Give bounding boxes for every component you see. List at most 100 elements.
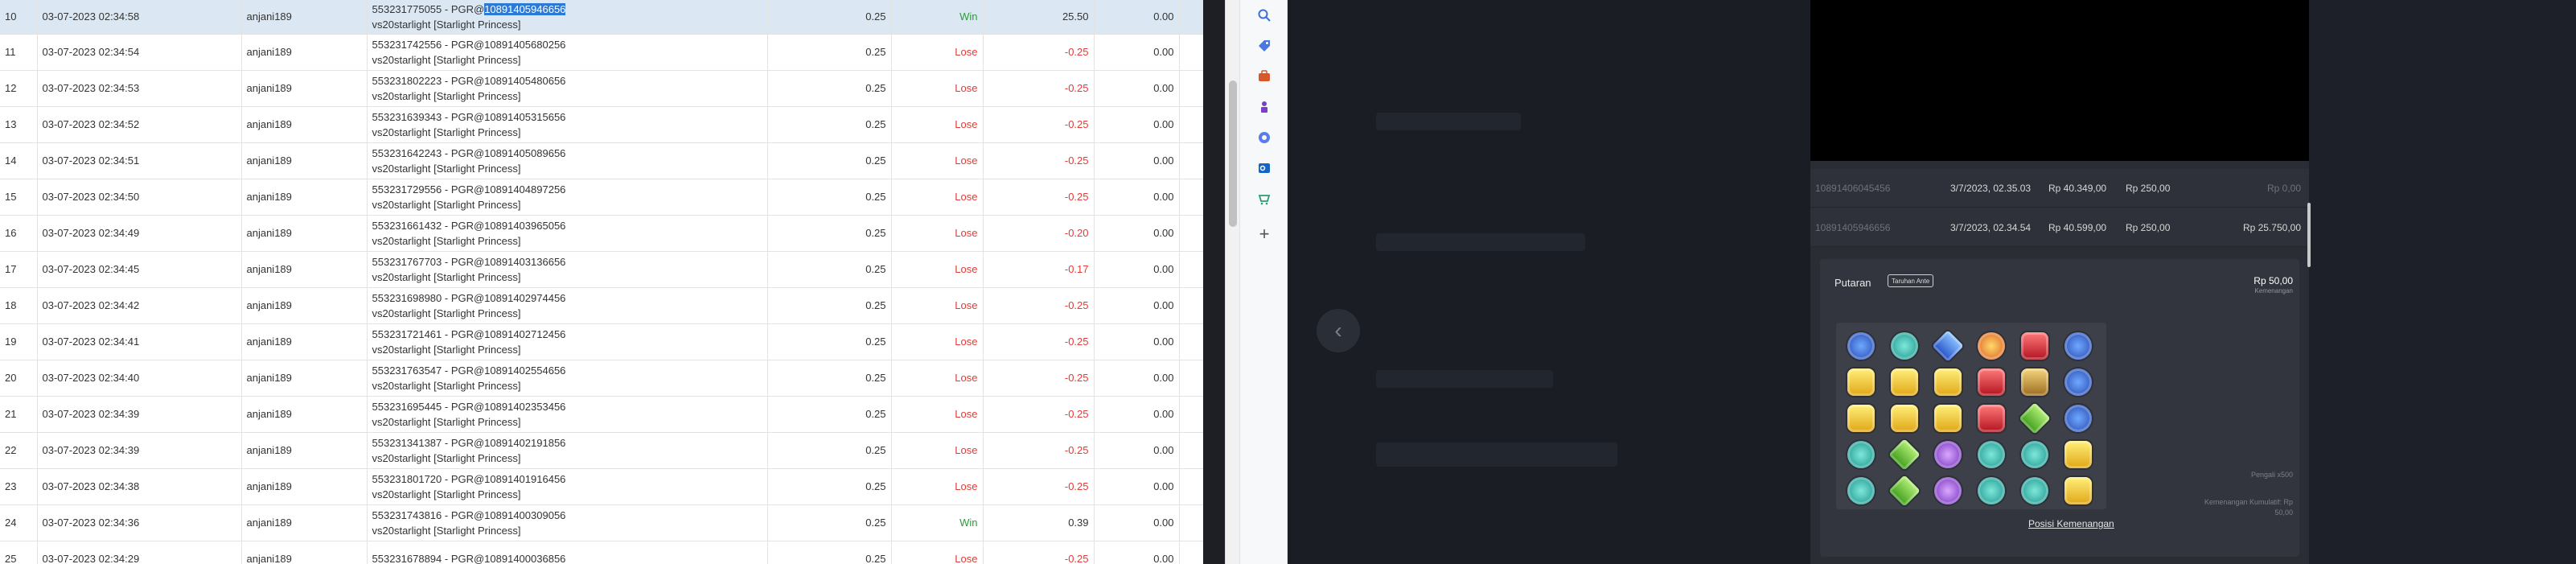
game-name: vs20starlight [Starlight Princess]: [372, 524, 521, 537]
spacer-cell: [1179, 215, 1203, 252]
username-cell: anjani189: [241, 432, 368, 469]
history-bet: Rp 250,00: [2126, 222, 2171, 233]
table-row[interactable]: 18 03-07-2023 02:34:42 anjani189 5532316989…: [0, 287, 1203, 324]
username-cell: anjani189: [241, 504, 368, 541]
bet-cell: 0.25: [767, 468, 892, 505]
username-cell: anjani189: [241, 179, 368, 216]
amount-cell: -0.20: [983, 215, 1095, 252]
spacer-cell: [1179, 0, 1203, 35]
blue-star-symbol-icon: [1843, 327, 1880, 364]
result-cell: Lose: [891, 251, 984, 288]
yellow-gem-symbol-icon: [1886, 364, 1923, 401]
balance-cell: 0.00: [1094, 541, 1180, 564]
copilot-icon[interactable]: [1252, 126, 1276, 150]
amount-cell: -0.25: [983, 323, 1095, 360]
transaction-table-pane: 10 03-07-2023 02:34:58 anjani189 5532317750…: [0, 0, 1203, 564]
search-icon[interactable]: [1252, 3, 1276, 27]
table-row[interactable]: 19 03-07-2023 02:34:41 anjani189 5532317214…: [0, 323, 1203, 360]
round-detail-panel: 10891406045456 3/7/2023, 02.35.03 Rp 40.…: [1810, 0, 2309, 564]
cumulative-win-value: 50,00: [2274, 508, 2293, 517]
history-row[interactable]: 10891406045456 3/7/2023, 02.35.03 Rp 40.…: [1810, 169, 2309, 208]
shopping-icon[interactable]: [1252, 187, 1276, 211]
bet-cell: 0.25: [767, 106, 892, 143]
result-cell: Lose: [891, 323, 984, 360]
panel-scrollbar-thumb[interactable]: [2307, 203, 2311, 267]
dimmed-background: ‹: [1288, 0, 1810, 564]
amount-cell: -0.25: [983, 34, 1095, 71]
symbol-core: [2064, 332, 2092, 360]
symbol-core: [1847, 368, 1875, 396]
amount-cell: -0.25: [983, 287, 1095, 324]
table-row[interactable]: 22 03-07-2023 02:34:39 anjani189 5532313413…: [0, 432, 1203, 469]
winning-positions-link[interactable]: Posisi Kemenangan: [2028, 518, 2114, 529]
amount-cell: -0.25: [983, 396, 1095, 433]
date-cell: 03-07-2023 02:34:49: [37, 215, 242, 252]
transaction-id: 553231775055 - PGR@: [372, 2, 485, 15]
transaction-table-body: 10 03-07-2023 02:34:58 anjani189 5532317750…: [0, 0, 1203, 564]
date-cell: 03-07-2023 02:34:39: [37, 396, 242, 433]
table-row[interactable]: 16 03-07-2023 02:34:49 anjani189 5532316614…: [0, 215, 1203, 252]
result-cell: Win: [891, 504, 984, 541]
table-scrollbar-thumb[interactable]: [1229, 80, 1237, 227]
game-preview-area: [1810, 0, 2309, 161]
yellow-gem-symbol-icon: [1843, 364, 1880, 401]
description-cell: 553231742556 - PGR@10891405680256 vs20sta…: [367, 34, 768, 71]
symbol-core: [1978, 477, 2005, 504]
username-cell: anjani189: [241, 468, 368, 505]
description-line-1: 553231698980 - PGR@10891402974456: [372, 290, 762, 306]
table-row[interactable]: 14 03-07-2023 02:34:51 anjani189 5532316422…: [0, 142, 1203, 179]
browser-sidebar: +: [1239, 0, 1288, 564]
game-name: vs20starlight [Starlight Princess]: [372, 18, 521, 31]
symbol-core: [1888, 475, 1921, 507]
symbol-core: [1847, 441, 1875, 468]
symbol-core: [2021, 368, 2048, 396]
round-win-caption: Kemenangan: [2254, 287, 2293, 294]
table-row[interactable]: 13 03-07-2023 02:34:52 anjani189 5532316393…: [0, 106, 1203, 143]
balance-cell: 0.00: [1094, 0, 1180, 35]
yellow-gem-symbol-icon: [1929, 364, 1966, 401]
username-cell: anjani189: [241, 142, 368, 179]
description-line-1: 553231642243 - PGR@10891405089656: [372, 146, 762, 161]
table-row[interactable]: 17 03-07-2023 02:34:45 anjani189 5532317677…: [0, 251, 1203, 288]
bet-cell: 0.25: [767, 0, 892, 35]
outlook-icon[interactable]: [1252, 156, 1276, 180]
yellow-gem-symbol-icon: [2060, 436, 2097, 473]
spacer-cell: [1179, 34, 1203, 71]
history-win: Rp 0,00: [2266, 183, 2301, 194]
row-number-cell: 17: [0, 251, 38, 288]
description-line-1: 553231678894 - PGR@10891400036856: [372, 551, 762, 564]
table-scrollbar[interactable]: [1225, 0, 1239, 564]
row-number-cell: 10: [0, 0, 38, 35]
table-row[interactable]: 23 03-07-2023 02:34:38 anjani189 5532318017…: [0, 468, 1203, 505]
tag-icon[interactable]: [1252, 34, 1276, 58]
table-row[interactable]: 11 03-07-2023 02:34:54 anjani189 5532317425…: [0, 34, 1203, 71]
result-cell: Lose: [891, 179, 984, 216]
table-row[interactable]: 15 03-07-2023 02:34:50 anjani189 5532317295…: [0, 179, 1203, 216]
game-name: vs20starlight [Starlight Princess]: [372, 451, 521, 464]
table-row[interactable]: 20 03-07-2023 02:34:40 anjani189 5532317635…: [0, 360, 1203, 397]
spacer-cell: [1179, 251, 1203, 288]
table-row[interactable]: 10 03-07-2023 02:34:58 anjani189 5532317750…: [0, 0, 1203, 35]
table-row[interactable]: 21 03-07-2023 02:34:39 anjani189 5532316954…: [0, 396, 1203, 433]
username-cell: anjani189: [241, 396, 368, 433]
username-cell: anjani189: [241, 323, 368, 360]
result-cell: Lose: [891, 396, 984, 433]
add-icon[interactable]: +: [1252, 222, 1276, 246]
bet-cell: 0.25: [767, 142, 892, 179]
briefcase-icon[interactable]: [1252, 64, 1276, 89]
game-history-pane: ‹ 10891406045456 3/7/2023, 02.35.03 Rp 4…: [1288, 0, 2576, 564]
description-cell: 553231802223 - PGR@10891405480656 vs20sta…: [367, 70, 768, 107]
spacer-cell: [1179, 70, 1203, 107]
description-cell: 553231661432 - PGR@10891403965056 vs20sta…: [367, 215, 768, 252]
table-row[interactable]: 25 03-07-2023 02:34:29 anjani189 5532316788…: [0, 541, 1203, 564]
spacer-cell: [1179, 468, 1203, 505]
table-row[interactable]: 24 03-07-2023 02:34:36 anjani189 5532317438…: [0, 504, 1203, 541]
description-cell: 553231721461 - PGR@10891402712456 vs20sta…: [367, 323, 768, 360]
table-row[interactable]: 12 03-07-2023 02:34:53 anjani189 5532318022…: [0, 70, 1203, 107]
result-cell: Lose: [891, 432, 984, 469]
history-row[interactable]: 10891405946656 3/7/2023, 02.34.54 Rp 40.…: [1810, 208, 2309, 247]
chess-icon[interactable]: [1252, 95, 1276, 119]
previous-arrow-icon[interactable]: ‹: [1317, 309, 1360, 352]
date-cell: 03-07-2023 02:34:51: [37, 142, 242, 179]
yellow-gem-symbol-icon: [2060, 472, 2097, 509]
